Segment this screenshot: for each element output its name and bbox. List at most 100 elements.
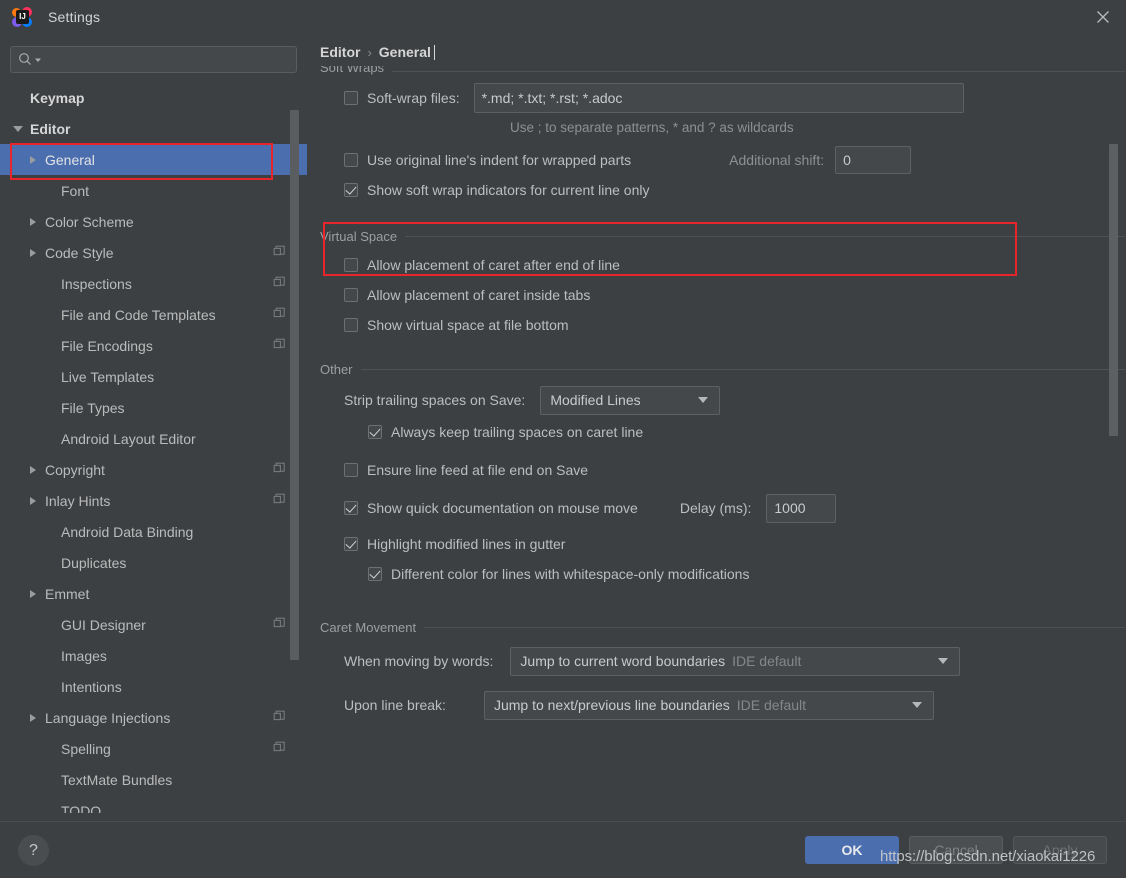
combo-strip-trailing-spaces[interactable]: Modified Lines <box>540 385 721 415</box>
input-additional-shift[interactable]: 0 <box>835 146 912 174</box>
sidebar-item-keymap[interactable]: Keymap <box>0 82 307 113</box>
sidebar-item-label: File and Code Templates <box>61 306 216 323</box>
row-softwrap-files: Soft-wrap files: *.md; *.txt; *.rst; *.a… <box>320 83 1126 113</box>
checkbox-softwrap-files[interactable] <box>344 91 358 105</box>
sidebar-item-intentions[interactable]: Intentions <box>0 671 307 702</box>
sidebar-item-emmet[interactable]: Emmet <box>0 578 307 609</box>
sidebar-item-images[interactable]: Images <box>0 640 307 671</box>
checkbox-virtual-space-bottom[interactable] <box>344 318 358 332</box>
checkbox-always-keep-trailing[interactable] <box>368 425 382 439</box>
checkbox-ensure-linefeed[interactable] <box>344 463 358 477</box>
input-softwrap-files[interactable]: *.md; *.txt; *.rst; *.adoc <box>473 83 964 113</box>
sidebar-item-label: Emmet <box>45 585 90 602</box>
chevron-down-icon[interactable] <box>11 122 24 135</box>
sidebar-item-file-types[interactable]: File Types <box>0 392 307 423</box>
row-softwrap-hint: Use ; to separate patterns, * and ? as w… <box>320 113 1126 141</box>
window-title: Settings <box>48 9 101 25</box>
checkbox-caret-after-eol[interactable] <box>344 258 358 272</box>
breadcrumb: Editor › General <box>320 44 1126 60</box>
checkbox-different-color-whitespace[interactable] <box>368 567 382 581</box>
sidebar-item-color-scheme[interactable]: Color Scheme <box>0 206 307 237</box>
section-header-virtual-space: Virtual Space <box>320 229 1126 244</box>
sidebar-item-textmate-bundles[interactable]: TextMate Bundles <box>0 764 307 795</box>
chevron-right-icon[interactable] <box>26 215 39 228</box>
breadcrumb-caret <box>433 44 435 60</box>
sidebar-item-spelling[interactable]: Spelling <box>0 733 307 764</box>
combo-value-strip-trailing: Modified Lines <box>550 392 641 408</box>
help-button[interactable]: ? <box>18 835 49 866</box>
project-scope-icon <box>273 462 286 478</box>
sidebar-item-copyright[interactable]: Copyright <box>0 454 307 485</box>
sidebar-item-code-style[interactable]: Code Style <box>0 237 307 268</box>
checkbox-quick-documentation[interactable] <box>344 501 358 515</box>
chevron-right-icon[interactable] <box>26 246 39 259</box>
sidebar-item-file-and-code-templates[interactable]: File and Code Templates <box>0 299 307 330</box>
chevron-down-icon <box>938 658 949 664</box>
sidebar-bottom-fade <box>0 813 307 821</box>
intellij-idea-icon: IJ <box>12 7 32 27</box>
combo-upon-line-break[interactable]: Jump to next/previous line boundaries ID… <box>483 690 934 720</box>
search-icon <box>18 52 33 67</box>
search-dropdown-icon[interactable] <box>34 51 42 69</box>
sidebar-item-label: Intentions <box>61 678 122 695</box>
search-input[interactable] <box>46 52 289 67</box>
sidebar-item-file-encodings[interactable]: File Encodings <box>0 330 307 361</box>
sidebar-item-android-layout-editor[interactable]: Android Layout Editor <box>0 423 307 454</box>
checkbox-caret-inside-tabs[interactable] <box>344 288 358 302</box>
main-scrollbar[interactable] <box>1109 144 1118 436</box>
sidebar-item-duplicates[interactable]: Duplicates <box>0 547 307 578</box>
input-delay-ms[interactable]: 1000 <box>766 493 837 523</box>
sidebar-item-label: Copyright <box>45 461 105 478</box>
sidebar-item-editor[interactable]: Editor <box>0 113 307 144</box>
checkbox-use-original-indent[interactable] <box>344 153 358 167</box>
sidebar-item-label: General <box>45 151 95 168</box>
chevron-right-icon[interactable] <box>26 711 39 724</box>
sidebar-item-language-injections[interactable]: Language Injections <box>0 702 307 733</box>
breadcrumb-root[interactable]: Editor <box>320 44 360 60</box>
label-show-softwrap-indicators: Show soft wrap indicators for current li… <box>367 182 650 198</box>
chevron-right-icon[interactable] <box>26 463 39 476</box>
row-highlight-modified-lines: Highlight modified lines in gutter <box>320 529 1126 559</box>
chevron-right-icon[interactable] <box>26 587 39 600</box>
label-caret-inside-tabs: Allow placement of caret inside tabs <box>367 287 591 303</box>
sidebar-item-font[interactable]: Font <box>0 175 307 206</box>
checkbox-show-softwrap-indicators[interactable] <box>344 183 358 197</box>
chevron-right-icon[interactable] <box>26 153 39 166</box>
sidebar-item-label: File Encodings <box>61 337 153 354</box>
watermark-text: https://blog.csdn.net/xiaokai1226 <box>880 848 1096 865</box>
project-scope-icon <box>273 307 286 323</box>
section-rule <box>424 627 1125 628</box>
settings-main-panel: Editor › General Soft Wraps Soft-wrap fi… <box>307 34 1126 821</box>
sidebar-item-inspections[interactable]: Inspections <box>0 268 307 299</box>
sidebar-item-label: Color Scheme <box>45 213 134 230</box>
combo-value-when-moving: Jump to current word boundaries <box>520 653 726 669</box>
chevron-right-icon[interactable] <box>26 494 39 507</box>
section-rule <box>405 236 1125 237</box>
sidebar-item-label: Android Data Binding <box>61 523 194 540</box>
sidebar-item-android-data-binding[interactable]: Android Data Binding <box>0 516 307 547</box>
row-upon-line-break: Upon line break: Jump to next/previous l… <box>320 690 1126 720</box>
sidebar-item-label: Inspections <box>61 275 132 292</box>
sidebar-item-gui-designer[interactable]: GUI Designer <box>0 609 307 640</box>
search-box[interactable] <box>10 46 297 73</box>
project-scope-icon <box>273 245 286 261</box>
sidebar-scrollbar[interactable] <box>290 110 299 660</box>
label-quick-documentation: Show quick documentation on mouse move <box>367 500 638 516</box>
checkbox-highlight-modified-lines[interactable] <box>344 537 358 551</box>
settings-sidebar: Keymap Editor General Font Color Scheme Code … <box>0 34 307 821</box>
sidebar-item-inlay-hints[interactable]: Inlay Hints <box>0 485 307 516</box>
sidebar-item-label: Inlay Hints <box>45 492 111 509</box>
sidebar-item-general[interactable]: General <box>0 144 307 175</box>
combo-when-moving-by-words[interactable]: Jump to current word boundaries IDE defa… <box>510 646 961 676</box>
close-icon[interactable] <box>1080 0 1126 34</box>
sidebar-item-live-templates[interactable]: Live Templates <box>0 361 307 392</box>
label-caret-after-eol: Allow placement of caret after end of li… <box>367 257 620 273</box>
label-strip-trailing-spaces: Strip trailing spaces on Save: <box>344 392 526 408</box>
